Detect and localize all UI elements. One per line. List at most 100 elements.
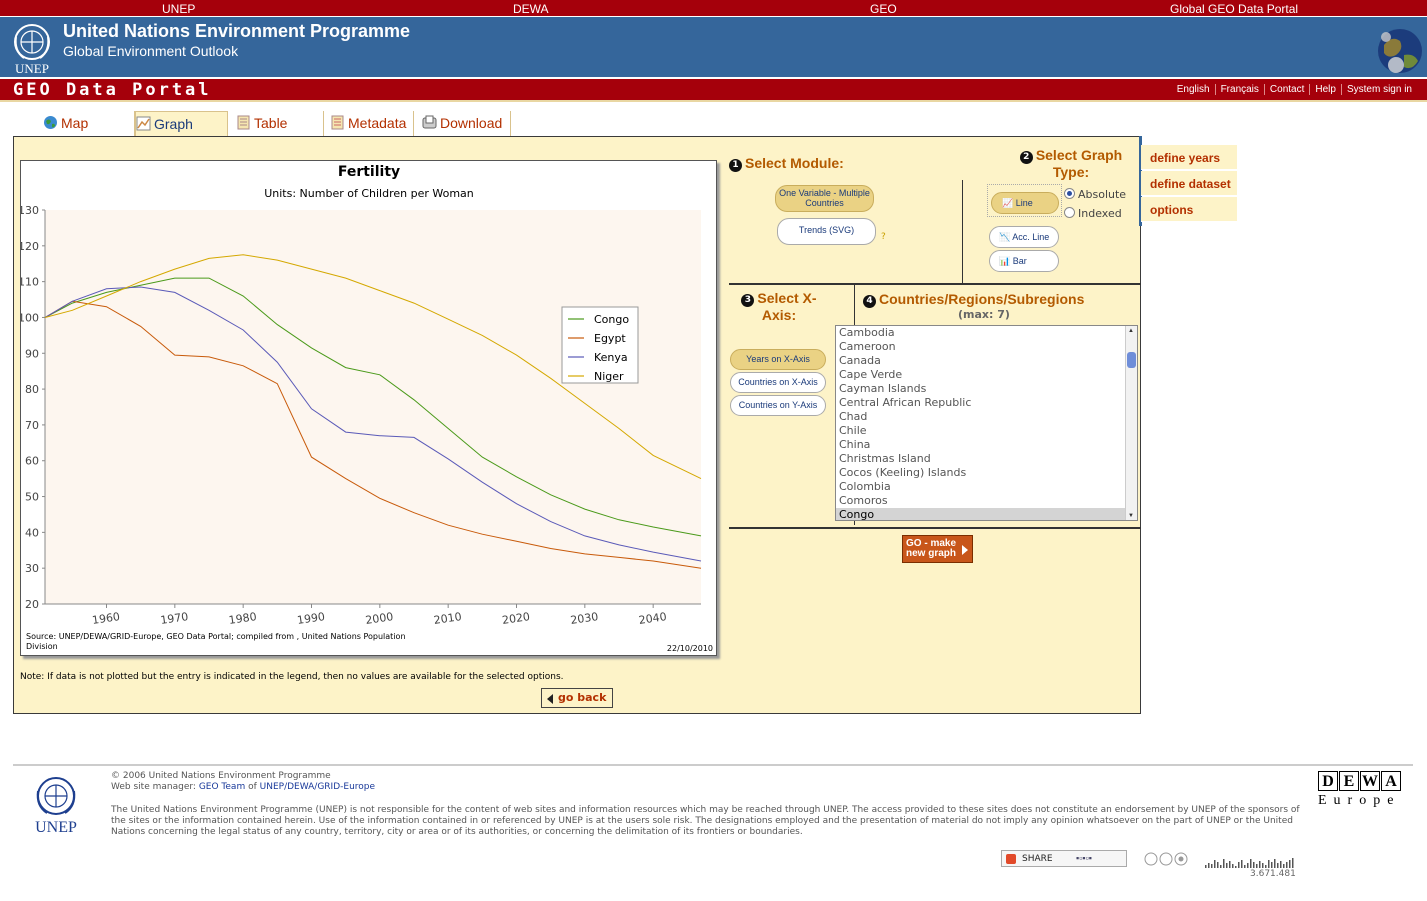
country-option[interactable]: Cape Verde bbox=[836, 368, 1137, 382]
radio-absolute[interactable]: Absolute bbox=[1064, 188, 1126, 201]
stats-bar bbox=[1292, 858, 1294, 868]
divider-horizontal-1 bbox=[729, 283, 1141, 285]
step-number-4: 4 bbox=[863, 295, 876, 308]
divider-vertical-top bbox=[962, 180, 963, 283]
stats-bar bbox=[1208, 863, 1210, 868]
portal-links: English Français Contact Help System sign in bbox=[1172, 84, 1417, 95]
step-number-2: 2 bbox=[1019, 151, 1033, 164]
top-link-geo[interactable]: GEO bbox=[870, 2, 897, 16]
stats-bar bbox=[1271, 862, 1273, 868]
side-menu: define years define dataset options bbox=[1141, 145, 1237, 223]
top-link-dewa[interactable]: DEWA bbox=[513, 2, 549, 16]
radio-absolute-label: Absolute bbox=[1078, 188, 1127, 201]
tab-metadata[interactable]: Metadata bbox=[330, 111, 414, 136]
table-icon bbox=[236, 115, 251, 130]
link-help[interactable]: Help bbox=[1309, 84, 1341, 95]
country-option[interactable]: Cameroon bbox=[836, 340, 1137, 354]
grid-europe-link[interactable]: UNEP/DEWA/GRID-Europe bbox=[260, 782, 375, 792]
dewa-letter: E bbox=[1339, 771, 1359, 791]
module-one-variable-button[interactable]: One Variable - Multiple Countries bbox=[775, 185, 874, 212]
x-axis-years-button[interactable]: Years on X-Axis bbox=[730, 349, 826, 370]
tab-table-label: Table bbox=[254, 115, 288, 131]
stats-bar bbox=[1280, 861, 1282, 868]
side-define-dataset[interactable]: define dataset bbox=[1141, 171, 1237, 196]
radio-indexed-label: Indexed bbox=[1078, 207, 1122, 220]
scroll-down-icon[interactable]: ▼ bbox=[1128, 513, 1134, 519]
scroll-thumb[interactable] bbox=[1127, 352, 1136, 368]
main-panel: Fertility Units: Number of Children per … bbox=[13, 136, 1141, 714]
top-link-unep[interactable]: UNEP bbox=[162, 2, 195, 16]
chart-date: 22/10/2010 bbox=[667, 644, 713, 653]
stats-bar bbox=[1274, 859, 1276, 868]
stats-bar bbox=[1223, 859, 1225, 868]
country-option[interactable]: Cambodia bbox=[836, 326, 1137, 340]
go-button-label: GO - make new graph bbox=[906, 538, 957, 559]
country-option[interactable]: Canada bbox=[836, 354, 1137, 368]
unep-logo[interactable]: UNEP bbox=[8, 21, 56, 76]
stats-bar bbox=[1259, 861, 1261, 868]
share-button[interactable]: SHARE ▪▫▪▫▪ bbox=[1001, 850, 1127, 867]
country-option[interactable]: Comoros bbox=[836, 494, 1137, 508]
go-make-graph-button[interactable]: GO - make new graph bbox=[902, 535, 973, 563]
stats-bar bbox=[1205, 865, 1207, 868]
module-trends-button[interactable]: Trends (SVG) bbox=[777, 218, 876, 245]
scroll-up-icon[interactable]: ▲ bbox=[1128, 328, 1134, 334]
country-option[interactable]: Christmas Island bbox=[836, 452, 1137, 466]
tab-map[interactable]: Map bbox=[43, 111, 135, 136]
country-option[interactable]: Chile bbox=[836, 424, 1137, 438]
dewa-europe-text: Europe bbox=[1318, 793, 1401, 808]
graph-type-line-button[interactable]: 📈 Line bbox=[991, 192, 1059, 214]
graph-type-accline-button[interactable]: 📉 Acc. Line bbox=[989, 226, 1059, 248]
link-sign-in[interactable]: System sign in bbox=[1340, 84, 1417, 95]
country-option[interactable]: Congo bbox=[836, 508, 1137, 520]
graph-type-bar-button[interactable]: 📊 Bar bbox=[989, 250, 1059, 272]
link-contact[interactable]: Contact bbox=[1263, 84, 1310, 95]
arrow-left-icon bbox=[547, 694, 553, 704]
stats-bar bbox=[1277, 863, 1279, 868]
country-listbox[interactable]: Cambodia Cameroon Canada Cape Verde Cayman I… bbox=[835, 325, 1138, 521]
chart-title: Fertility bbox=[338, 164, 400, 180]
country-option[interactable]: Chad bbox=[836, 410, 1137, 424]
tab-graph[interactable]: Graph bbox=[135, 111, 228, 136]
side-options[interactable]: options bbox=[1141, 197, 1237, 222]
dewa-letter: W bbox=[1360, 771, 1380, 791]
stats-bar bbox=[1289, 860, 1291, 868]
link-francais[interactable]: Français bbox=[1214, 84, 1264, 95]
side-define-years[interactable]: define years bbox=[1141, 145, 1237, 170]
country-option[interactable]: Colombia bbox=[836, 480, 1137, 494]
top-link-global-geo[interactable]: Global GEO Data Portal bbox=[1170, 2, 1298, 16]
radio-indexed[interactable]: Indexed bbox=[1064, 207, 1122, 220]
stats-bar bbox=[1220, 865, 1222, 868]
dewa-europe-logo[interactable]: DEWA Europe bbox=[1318, 771, 1402, 809]
x-axis-countries-button[interactable]: Countries on X-Axis bbox=[730, 372, 826, 393]
footer-unep-logo[interactable]: UNEP bbox=[26, 773, 86, 836]
go-back-button[interactable]: go back bbox=[541, 688, 613, 708]
share-label: SHARE bbox=[1022, 854, 1053, 864]
footer-copyright: © 2006 United Nations Environment Progra… bbox=[111, 771, 331, 781]
y-tick-label: 100 bbox=[21, 311, 39, 324]
tab-table[interactable]: Table bbox=[236, 111, 324, 136]
step4-heading: 4 Countries/Regions/Subregions bbox=[863, 291, 1084, 308]
top-link-bar: UNEP DEWA GEO Global GEO Data Portal bbox=[0, 0, 1427, 17]
portal-title: GEO Data Portal bbox=[13, 80, 212, 100]
geo-team-link[interactable]: GEO Team bbox=[199, 782, 245, 792]
country-option[interactable]: Central African Republic bbox=[836, 396, 1137, 410]
chart-legend: Congo Egypt Kenya Niger bbox=[561, 306, 639, 384]
country-option[interactable]: Cocos (Keeling) Islands bbox=[836, 466, 1137, 480]
stats-bar bbox=[1286, 862, 1288, 868]
step1-label: Select Module: bbox=[745, 155, 844, 171]
x-tick-label: 1990 bbox=[296, 610, 326, 627]
country-option[interactable]: China bbox=[836, 438, 1137, 452]
y-axis-countries-button[interactable]: Countries on Y-Axis bbox=[730, 395, 826, 416]
step2-heading: 2 Select Graph Type: bbox=[1006, 147, 1136, 180]
divider-horizontal-2 bbox=[729, 527, 1141, 529]
link-english[interactable]: English bbox=[1172, 84, 1215, 95]
step-number-3: 3 bbox=[741, 294, 755, 307]
tab-download[interactable]: Download bbox=[422, 111, 511, 136]
svg-text:UNEP: UNEP bbox=[35, 819, 77, 835]
country-option[interactable]: Cayman Islands bbox=[836, 382, 1137, 396]
help-link[interactable]: ? bbox=[881, 232, 886, 242]
listbox-scrollbar[interactable]: ▲ ▼ bbox=[1125, 326, 1137, 520]
download-icon bbox=[422, 115, 437, 130]
cc-license-icons[interactable] bbox=[1144, 851, 1190, 871]
